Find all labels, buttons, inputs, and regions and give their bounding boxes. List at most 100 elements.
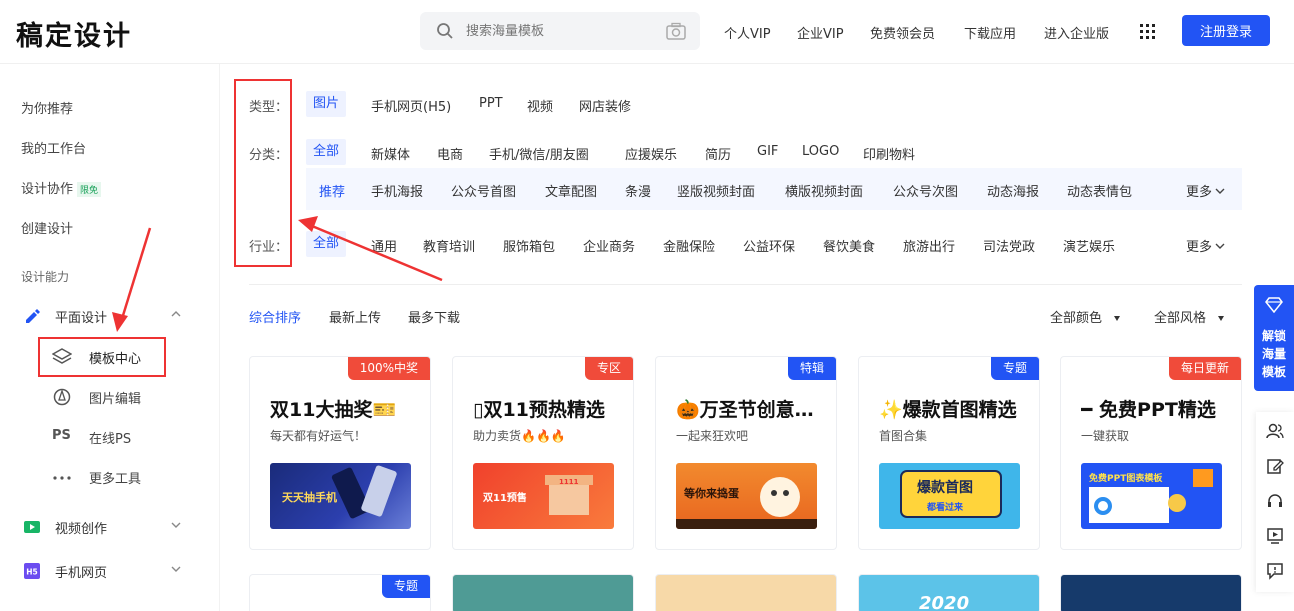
filter-cat-mobile[interactable]: 手机/微信/朋友圈 [489, 144, 589, 163]
color-filter-label: 全部颜色 [1050, 311, 1103, 326]
style-filter-label: 全部风格 [1154, 311, 1207, 326]
filter-subcat-horizontal-video[interactable]: 横版视频封面 [785, 181, 863, 200]
filter-subcat-stickers[interactable]: 动态表情包 [1067, 181, 1132, 200]
filter-subcat-mp-secondary[interactable]: 公众号次图 [893, 181, 958, 200]
play-tutorial-icon[interactable] [1266, 527, 1284, 545]
sidebar-item-recommend[interactable]: 为你推荐 [21, 98, 73, 117]
filter-cat-fan[interactable]: 应援娱乐 [625, 144, 677, 163]
color-filter-dropdown[interactable]: 全部颜色 [1050, 307, 1121, 326]
edit-icon[interactable] [1266, 457, 1284, 475]
diamond-icon [1265, 297, 1283, 313]
filter-cat-newmedia[interactable]: 新媒体 [371, 144, 410, 163]
sidebar-item-create[interactable]: 创建设计 [21, 218, 73, 237]
card-tag: 特辑 [787, 357, 836, 380]
search-input[interactable] [466, 20, 656, 42]
unlock-templates-promo[interactable]: 解锁 海量 模板 [1254, 285, 1294, 391]
camera-icon[interactable] [666, 22, 686, 40]
filter-subcat-article[interactable]: 文章配图 [545, 181, 597, 200]
logo[interactable]: 稿定设计 [16, 14, 132, 53]
filter-subcat-dynamic-poster[interactable]: 动态海报 [987, 181, 1039, 200]
filter-industry-education[interactable]: 教育培训 [423, 236, 475, 255]
filter-industry-all[interactable]: 全部 [306, 231, 347, 257]
filter-cat-print[interactable]: 印刷物料 [863, 144, 915, 163]
login-button[interactable]: 注册登录 [1182, 15, 1270, 46]
sidebar-sub-image-edit[interactable]: 图片编辑 [52, 386, 202, 408]
filter-cat-resume[interactable]: 简历 [705, 144, 731, 163]
card-thumbnail: 双11预售 1111 [473, 463, 614, 529]
headset-icon[interactable] [1266, 492, 1284, 510]
filter-industry-travel[interactable]: 旅游出行 [903, 236, 955, 255]
sidebar-group-video[interactable]: 视频创作 [21, 516, 191, 538]
card-thumbnail-text: 双11预售 [483, 493, 527, 504]
sort-newest[interactable]: 最新上传 [329, 307, 381, 326]
subcat-more-button[interactable]: 更多 [1186, 181, 1225, 200]
promo-text: 解锁 海量 模板 [1254, 327, 1294, 381]
filter-industry-finance[interactable]: 金融保险 [663, 236, 715, 255]
filter-cat-ecommerce[interactable]: 电商 [437, 144, 463, 163]
filter-industry-food[interactable]: 餐饮美食 [823, 236, 875, 255]
sort-comprehensive[interactable]: 综合排序 [249, 307, 301, 326]
filter-cat-gif[interactable]: GIF [757, 144, 778, 159]
search-box[interactable] [420, 12, 700, 50]
nav-enterprise[interactable]: 进入企业版 [1044, 23, 1109, 42]
filter-industry-charity[interactable]: 公益环保 [743, 236, 795, 255]
filter-type-video[interactable]: 视频 [527, 96, 553, 115]
feedback-icon[interactable] [1266, 562, 1284, 580]
filter-type-ppt[interactable]: PPT [479, 96, 503, 111]
filter-subcat-poster[interactable]: 手机海报 [371, 181, 423, 200]
nav-personal-vip[interactable]: 个人VIP [724, 23, 771, 42]
filter-industry-general[interactable]: 通用 [371, 236, 397, 255]
collection-card[interactable]: 专题 ✨爆款首图精选 首图合集 爆款首图 都看过来 [858, 356, 1040, 550]
filter-subcat-comic[interactable]: 条漫 [625, 181, 651, 200]
template-card[interactable] [452, 574, 634, 611]
collection-card[interactable]: 专区 ▯双11预热精选 助力卖货🔥🔥🔥 双11预售 1111 [452, 356, 634, 550]
collection-card[interactable]: 每日更新 ━ 免费PPT精选 一键获取 免费PPT图表模板 [1060, 356, 1242, 550]
collection-card[interactable]: 特辑 🎃万圣节创意… 一起来狂欢吧 等你来捣蛋 [655, 356, 837, 550]
sidebar-group-graphic[interactable]: 平面设计 [21, 305, 191, 327]
filter-cat-logo[interactable]: LOGO [802, 144, 839, 159]
filter-cat-all[interactable]: 全部 [306, 139, 347, 165]
sidebar-item-workspace[interactable]: 我的工作台 [21, 138, 86, 157]
annotation-box-filters [234, 79, 292, 267]
card-tag: 专区 [584, 357, 633, 380]
nav-download-app[interactable]: 下载应用 [964, 23, 1016, 42]
collection-card[interactable]: 100%中奖 双11大抽奖🎫 每天都有好运气！ 天天抽手机 [249, 356, 431, 550]
apps-grid-icon[interactable] [1140, 24, 1156, 40]
template-card[interactable]: 专题 [249, 574, 431, 611]
chevron-down-icon [1215, 243, 1225, 249]
template-card[interactable]: 2020 [858, 574, 1040, 611]
card-thumbnail: 免费PPT图表模板 [1081, 463, 1222, 529]
nav-enterprise-vip[interactable]: 企业VIP [797, 23, 844, 42]
card-tag: 每日更新 [1168, 357, 1241, 380]
sort-most-downloads[interactable]: 最多下载 [408, 307, 460, 326]
card-thumbnail-sign: 1111 [559, 478, 579, 486]
sidebar-group-h5[interactable]: H5 手机网页 [21, 560, 191, 582]
filter-type-shop[interactable]: 网店装修 [579, 96, 631, 115]
search-icon [437, 23, 453, 39]
filter-type-image[interactable]: 图片 [306, 91, 347, 117]
filter-industry-fashion[interactable]: 服饰箱包 [503, 236, 555, 255]
card-thumbnail-text: 天天抽手机 [282, 491, 337, 504]
annotation-box-sidebar [38, 337, 166, 377]
industry-more-button[interactable]: 更多 [1186, 236, 1225, 255]
filter-type-h5[interactable]: 手机网页(H5) [371, 96, 451, 115]
filter-subcat-vertical-video[interactable]: 竖版视频封面 [677, 181, 755, 200]
filter-subcat-recommend[interactable]: 推荐 [319, 181, 345, 200]
template-card[interactable] [1060, 574, 1242, 611]
sidebar-item-collab[interactable]: 设计协作 限免 [21, 178, 102, 197]
floating-toolbar [1256, 412, 1294, 592]
sidebar-sub-online-ps[interactable]: PS 在线PS [52, 426, 202, 448]
style-filter-dropdown[interactable]: 全部风格 [1154, 307, 1225, 326]
nav-free-member[interactable]: 免费领会员 [870, 23, 935, 42]
aperture-icon [53, 388, 71, 406]
filter-industry-business[interactable]: 企业商务 [583, 236, 635, 255]
filter-subcat-mp-cover[interactable]: 公众号首图 [451, 181, 516, 200]
filter-industry-judicial[interactable]: 司法党政 [983, 236, 1035, 255]
users-icon[interactable] [1266, 422, 1284, 440]
card-thumbnail: 爆款首图 都看过来 [879, 463, 1020, 529]
chevron-down-icon [171, 522, 181, 528]
template-card[interactable] [655, 574, 837, 611]
filter-industry-entertainment[interactable]: 演艺娱乐 [1063, 236, 1115, 255]
card-thumbnail-text: 爆款首图 [917, 480, 973, 496]
sidebar-sub-more-tools[interactable]: 更多工具 [52, 466, 202, 488]
